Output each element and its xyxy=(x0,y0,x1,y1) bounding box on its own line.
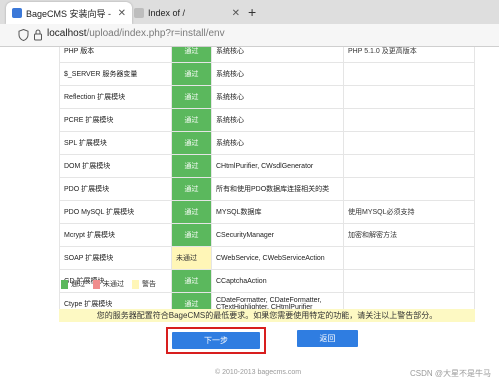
used-by-cell: 系统核心 xyxy=(211,108,344,132)
table-row: PCRE 扩展模块 通过 系统核心 xyxy=(59,108,475,132)
shield-icon[interactable] xyxy=(18,29,29,41)
memo-cell xyxy=(343,108,475,132)
memo-cell xyxy=(343,269,475,293)
page-favicon-icon xyxy=(134,8,144,18)
legend: 通过 未通过 警告 xyxy=(61,279,164,289)
watermark: CSDN @大星不是牛马 xyxy=(409,369,491,378)
module-name-cell: PCRE 扩展模块 xyxy=(59,108,172,132)
used-by-cell: 系统核心 xyxy=(211,47,344,63)
module-name-cell: Mcrypt 扩展模块 xyxy=(59,223,172,247)
table-row: SOAP 扩展模块 未通过 CWebService, CWebServiceActi… xyxy=(59,246,475,270)
memo-cell xyxy=(343,85,475,109)
memo-cell xyxy=(343,131,475,155)
module-name-cell: SOAP 扩展模块 xyxy=(59,246,172,270)
legend-pass-label: 通过 xyxy=(71,281,85,288)
back-button[interactable]: 返回 xyxy=(297,330,358,347)
table-row: PDO MySQL 扩展模块 通过 MYSQL数据库 使用MYSQL必须支持 xyxy=(59,200,475,224)
used-by-cell: 所有和使用PDO数据库连接相关的类 xyxy=(211,177,344,201)
url-host: localhost xyxy=(47,28,87,39)
requirements-notice: 您的服务器配置符合BageCMS的最低要求。如果您需要使用特定的功能，请关注以上… xyxy=(59,309,475,322)
bagecms-favicon-icon xyxy=(12,8,22,18)
address-bar[interactable]: localhost/upload/index.php?r=install/env xyxy=(0,24,499,47)
legend-fail-label: 未通过 xyxy=(103,281,124,288)
memo-cell xyxy=(343,246,475,270)
memo-cell xyxy=(343,177,475,201)
tab-bar: BageCMS 安装向导 - 检测运行环境 ✕ Index of / ✕ + xyxy=(0,0,499,24)
table-row: SPL 扩展模块 通过 系统核心 xyxy=(59,131,475,155)
module-name-cell: PDO MySQL 扩展模块 xyxy=(59,200,172,224)
url-path: /upload/index.php?r=install/env xyxy=(86,28,225,39)
memo-cell: 加密和解密方法 xyxy=(343,223,475,247)
table-row: $_SERVER 服务器变量 通过 系统核心 xyxy=(59,62,475,86)
status-cell: 通过 xyxy=(171,47,212,63)
table-row: PDO 扩展模块 通过 所有和使用PDO数据库连接相关的类 xyxy=(59,177,475,201)
module-name-cell: PDO 扩展模块 xyxy=(59,177,172,201)
module-name-cell: PHP 版本 xyxy=(59,47,172,63)
next-button-highlight: 下一步 xyxy=(166,327,266,354)
close-tab-icon[interactable]: ✕ xyxy=(232,8,240,19)
used-by-cell: CHtmlPurifier, CWsdlGenerator xyxy=(211,154,344,178)
status-cell: 通过 xyxy=(171,62,212,86)
table-row: DOM 扩展模块 通过 CHtmlPurifier, CWsdlGenerator xyxy=(59,154,475,178)
status-cell: 通过 xyxy=(171,269,212,293)
tab-index-of[interactable]: Index of / ✕ xyxy=(128,2,246,24)
used-by-cell: CWebService, CWebServiceAction xyxy=(211,246,344,270)
status-cell: 通过 xyxy=(171,200,212,224)
used-by-cell: MYSQL数据库 xyxy=(211,200,344,224)
module-name-cell: Reflection 扩展模块 xyxy=(59,85,172,109)
memo-cell: PHP 5.1.0 及更高版本 xyxy=(343,47,475,63)
legend-pass-swatch xyxy=(61,279,68,289)
tab-title: BageCMS 安装向导 - 检测运行环境 xyxy=(26,8,112,19)
table-row: Mcrypt 扩展模块 通过 CSecurityManager 加密和解密方法 xyxy=(59,223,475,247)
legend-warn-swatch xyxy=(132,279,139,289)
used-by-cell: CCaptchaAction xyxy=(211,269,344,293)
lock-icon[interactable] xyxy=(33,29,43,41)
module-name-cell: SPL 扩展模块 xyxy=(59,131,172,155)
memo-cell xyxy=(343,154,475,178)
memo-cell: 使用MYSQL必须支持 xyxy=(343,200,475,224)
status-cell: 通过 xyxy=(171,154,212,178)
tab-title: Index of / xyxy=(148,8,186,18)
copyright-footer: © 2010-2013 bagecms.com xyxy=(215,369,302,376)
used-by-cell: 系统核心 xyxy=(211,131,344,155)
new-tab-button[interactable]: + xyxy=(248,4,256,20)
tab-bagecms-install[interactable]: BageCMS 安装向导 - 检测运行环境 ✕ xyxy=(6,2,132,24)
next-step-button[interactable]: 下一步 xyxy=(172,332,260,349)
used-by-cell: 系统核心 xyxy=(211,62,344,86)
used-by-cell: CSecurityManager xyxy=(211,223,344,247)
status-cell: 通过 xyxy=(171,108,212,132)
module-name-cell: DOM 扩展模块 xyxy=(59,154,172,178)
status-cell: 通过 xyxy=(171,223,212,247)
status-cell: 通过 xyxy=(171,131,212,155)
status-cell: 通过 xyxy=(171,177,212,201)
status-cell: 未通过 xyxy=(171,246,212,270)
module-name-cell: $_SERVER 服务器变量 xyxy=(59,62,172,86)
environment-table: PHP 版本 通过 系统核心 PHP 5.1.0 及更高版本 $_SERVER 服务器变… xyxy=(59,47,475,316)
close-tab-icon[interactable]: ✕ xyxy=(118,8,126,19)
install-page: PHP 版本 通过 系统核心 PHP 5.1.0 及更高版本 $_SERVER 服务器变… xyxy=(0,47,499,378)
table-row: PHP 版本 通过 系统核心 PHP 5.1.0 及更高版本 xyxy=(59,47,475,63)
used-by-cell: 系统核心 xyxy=(211,85,344,109)
url-text[interactable]: localhost/upload/index.php?r=install/env xyxy=(47,28,225,39)
memo-cell xyxy=(343,62,475,86)
table-row: Reflection 扩展模块 通过 系统核心 xyxy=(59,85,475,109)
status-cell: 通过 xyxy=(171,85,212,109)
legend-fail-swatch xyxy=(93,279,100,289)
legend-warn-label: 警告 xyxy=(142,281,156,288)
